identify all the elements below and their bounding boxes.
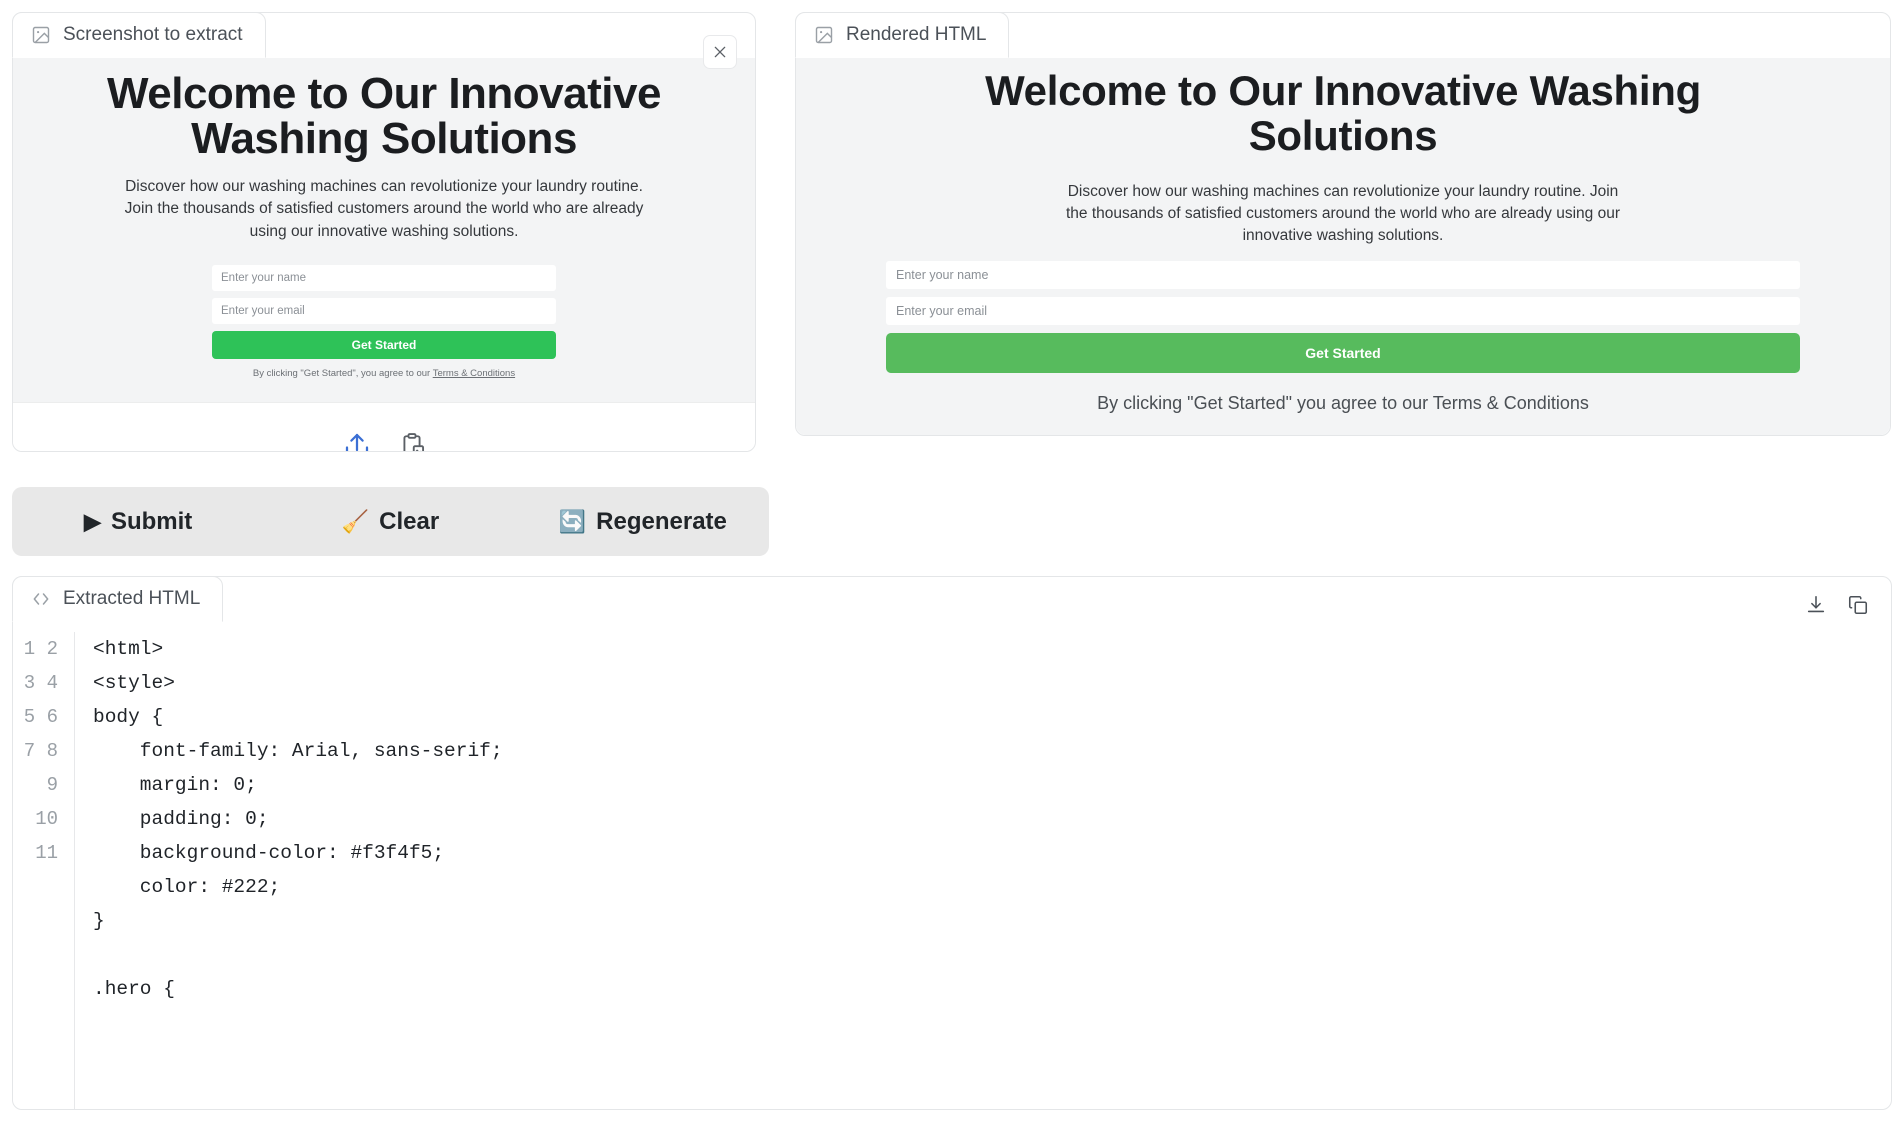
regenerate-button-label: Regenerate — [596, 507, 727, 535]
screenshot-to-extract-panel: Screenshot to extract Welcome to Our Inn… — [12, 12, 756, 452]
screenshot-terms-prefix: By clicking "Get Started", you agree to … — [252, 368, 433, 380]
copy-icon — [1848, 595, 1868, 615]
screenshot-panel-tab: Screenshot to extract — [12, 12, 266, 58]
download-icon — [1807, 595, 1825, 613]
rendered-hero-paragraph: Discover how our washing machines can re… — [1065, 182, 1620, 244]
rendered-html-preview: Welcome to Our Innovative Washing Soluti… — [796, 58, 1890, 435]
copy-button[interactable] — [1841, 589, 1875, 621]
broom-icon: 🧹 — [341, 508, 370, 534]
submit-button[interactable]: ▶ Submit — [12, 487, 264, 556]
extracted-html-tab: Extracted HTML — [12, 576, 224, 622]
rendered-hero-heading: Welcome to Our Innovative Washing Soluti… — [985, 67, 1701, 160]
screenshot-terms-link[interactable]: Terms & Conditions — [433, 368, 515, 379]
clear-button[interactable]: 🧹 Clear — [264, 487, 516, 556]
clear-button-label: Clear — [379, 507, 440, 535]
download-button[interactable] — [1799, 589, 1833, 621]
rendered-html-tab-label: Rendered HTML — [846, 24, 987, 45]
action-bar: ▶ Submit 🧹 Clear 🔄 Regenerate — [12, 487, 769, 556]
code-icon — [31, 589, 51, 609]
code-toolbar — [1791, 583, 1883, 627]
screenshot-input-actions — [13, 422, 755, 451]
screenshot-hero-form: Enter your name Enter your email Get Sta… — [212, 265, 556, 379]
screenshot-terms-text: By clicking "Get Started", you agree to … — [212, 368, 556, 379]
refresh-icon: 🔄 — [558, 508, 587, 534]
screenshot-name-input[interactable]: Enter your name — [212, 265, 556, 292]
regenerate-button[interactable]: 🔄 Regenerate — [517, 487, 769, 556]
image-icon — [31, 25, 51, 45]
screenshot-hero-heading: Welcome to Our Innovative Washing Soluti… — [107, 69, 661, 163]
rendered-get-started-button[interactable]: Get Started — [886, 332, 1800, 373]
image-icon — [814, 25, 834, 45]
code-line-numbers: 1 2 3 4 5 6 7 8 9 10 11 — [13, 632, 75, 1109]
rendered-html-panel: Rendered HTML Welcome to Our Innovative … — [795, 12, 1891, 436]
screenshot-email-input[interactable]: Enter your email — [212, 298, 556, 325]
app-root: Screenshot to extract Welcome to Our Inn… — [0, 0, 1904, 1122]
extracted-html-panel: Extracted HTML 1 2 3 4 5 6 7 8 9 10 11 <… — [12, 576, 1892, 1110]
screenshot-get-started-button[interactable]: Get Started — [212, 331, 556, 360]
clipboard-image-icon[interactable] — [398, 431, 426, 451]
close-button[interactable] — [703, 35, 737, 69]
upload-icon[interactable] — [342, 430, 372, 451]
rendered-html-tab: Rendered HTML — [795, 12, 1010, 58]
rendered-email-input[interactable]: Enter your email — [886, 296, 1800, 325]
code-viewer[interactable]: 1 2 3 4 5 6 7 8 9 10 11 <html> <style> b… — [13, 622, 1891, 1109]
close-icon — [714, 46, 726, 58]
rendered-terms-text: By clicking "Get Started" you agree to o… — [1097, 392, 1589, 413]
submit-button-label: Submit — [110, 507, 193, 535]
screenshot-panel-tab-label: Screenshot to extract — [63, 24, 243, 45]
screenshot-hero-paragraph: Discover how our washing machines can re… — [124, 177, 644, 240]
rendered-hero-form: Enter your name Enter your email Get Sta… — [886, 260, 1800, 373]
play-icon: ▶ — [84, 508, 101, 534]
rendered-name-input[interactable]: Enter your name — [886, 260, 1800, 289]
screenshot-preview: Welcome to Our Innovative Washing Soluti… — [13, 58, 755, 451]
extracted-html-tab-label: Extracted HTML — [63, 588, 201, 609]
screenshot-hero-section: Welcome to Our Innovative Washing Soluti… — [13, 58, 755, 403]
code-content[interactable]: <html> <style> body { font-family: Arial… — [75, 632, 1891, 1109]
